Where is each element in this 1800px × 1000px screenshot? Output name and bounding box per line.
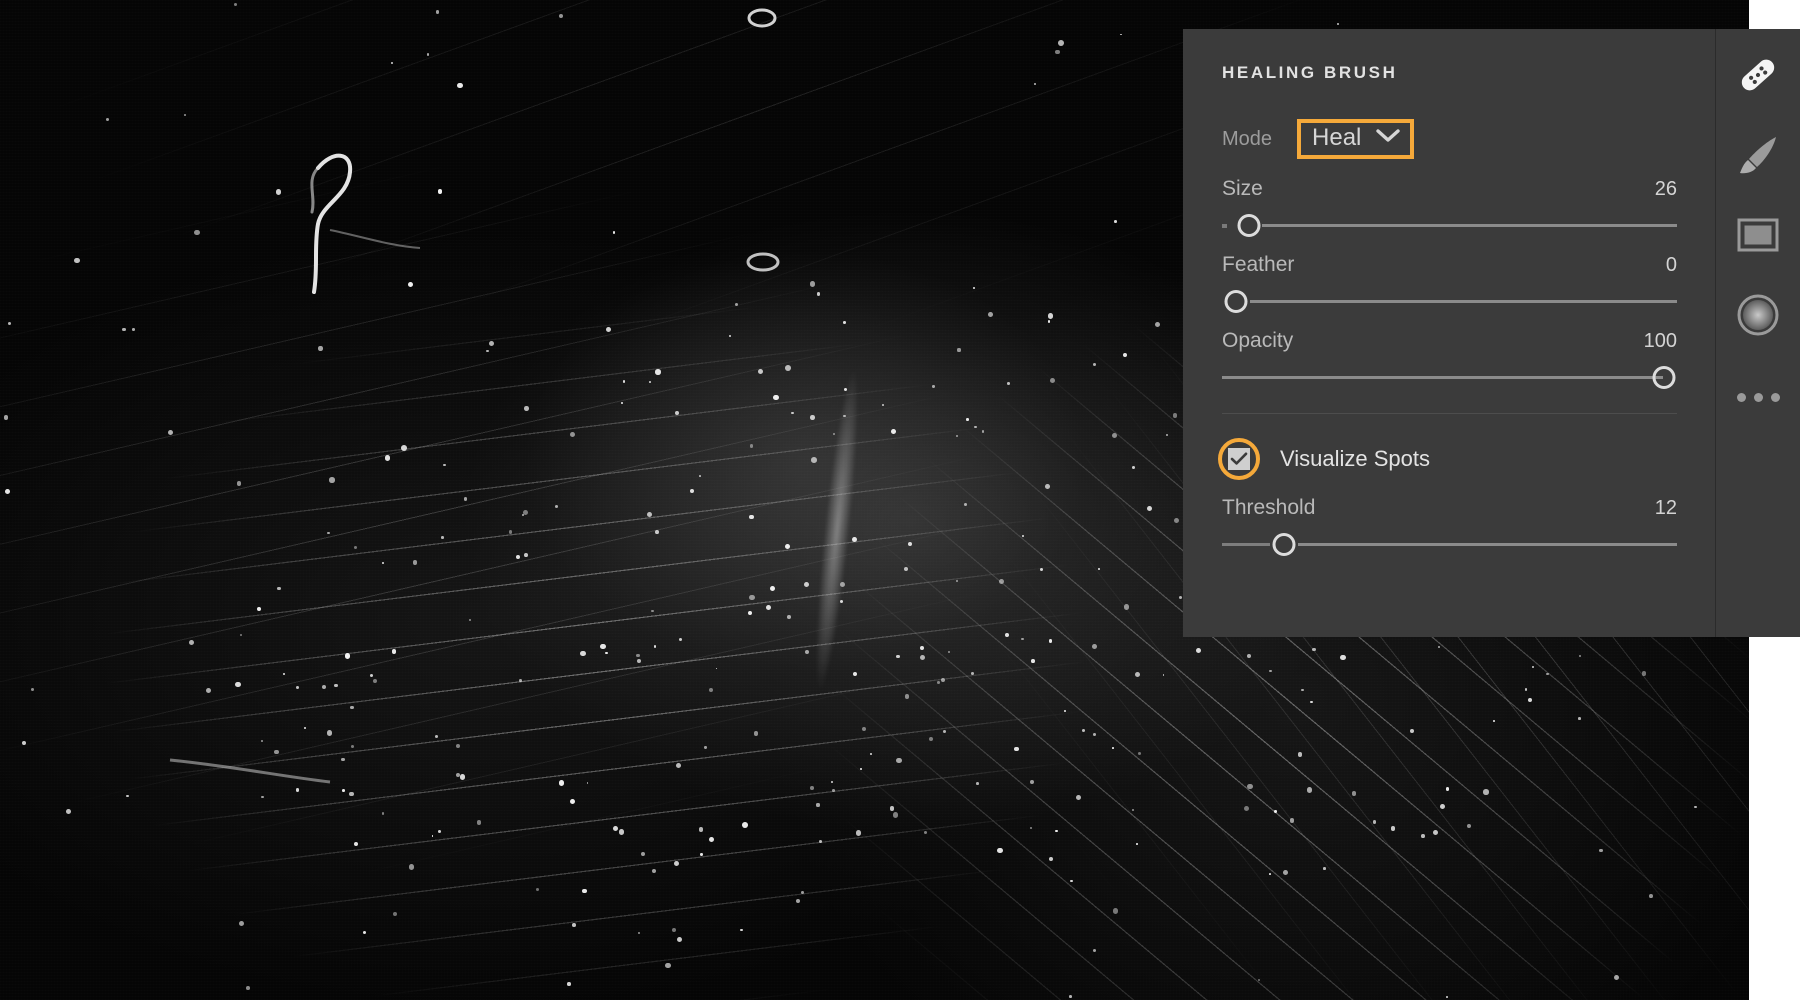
tool-strip — [1715, 29, 1800, 637]
mode-label: Mode — [1222, 127, 1273, 150]
slider-size-handle[interactable] — [1237, 214, 1261, 237]
slider-size-head: Size 26 — [1222, 177, 1677, 201]
slider-threshold-label: Threshold — [1222, 496, 1316, 519]
slider-feather-track-area[interactable] — [1222, 283, 1677, 319]
slider-feather-label: Feather — [1222, 253, 1295, 276]
app-window: HEALING BRUSH Mode Heal Size 26 Feather … — [0, 0, 1800, 1000]
slider-size-value[interactable]: 26 — [1655, 178, 1677, 201]
radial-gradient-tool[interactable] — [1732, 291, 1784, 343]
slider-threshold-track[interactable] — [1298, 543, 1677, 546]
chevron-down-icon — [1376, 128, 1401, 148]
linear-gradient-tool[interactable] — [1732, 211, 1784, 263]
bandage-icon — [1735, 52, 1781, 103]
more-options-button[interactable] — [1732, 371, 1784, 423]
rectangle-icon — [1737, 218, 1779, 257]
slider-feather-track[interactable] — [1250, 300, 1677, 303]
slider-size: Size 26 — [1222, 177, 1677, 243]
slider-threshold-handle[interactable] — [1272, 533, 1296, 556]
mode-row: Mode Heal — [1222, 117, 1677, 161]
healing-brush-tool[interactable] — [1732, 51, 1784, 103]
circle-gradient-icon — [1737, 294, 1779, 341]
slider-opacity-track-area[interactable] — [1222, 359, 1677, 395]
panel-divider — [1222, 413, 1677, 414]
slider-threshold-head: Threshold 12 — [1222, 496, 1677, 520]
ellipsis-icon — [1736, 392, 1780, 402]
visualize-spots-label: Visualize Spots — [1280, 446, 1431, 471]
checkbox-box — [1228, 448, 1250, 470]
checkmark-icon — [1230, 452, 1248, 465]
paintbrush-icon — [1736, 133, 1780, 182]
slider-feather: Feather 0 — [1222, 253, 1677, 319]
slider-opacity-handle[interactable] — [1652, 366, 1676, 389]
slider-opacity-head: Opacity 100 — [1222, 329, 1677, 353]
page-title: HEALING BRUSH — [1222, 63, 1398, 82]
slider-size-min-tick — [1222, 224, 1227, 228]
slider-threshold-track-area[interactable] — [1222, 526, 1677, 562]
slider-size-track[interactable] — [1262, 224, 1677, 227]
healing-brush-panel: HEALING BRUSH Mode Heal Size 26 Feather … — [1183, 29, 1800, 637]
slider-opacity-track[interactable] — [1222, 376, 1663, 379]
slider-size-label: Size — [1222, 177, 1263, 200]
brush-tool[interactable] — [1732, 131, 1784, 183]
slider-feather-value[interactable]: 0 — [1666, 254, 1677, 277]
panel-body: HEALING BRUSH Mode Heal Size 26 Feather … — [1183, 29, 1715, 637]
slider-feather-head: Feather 0 — [1222, 253, 1677, 277]
slider-opacity: Opacity 100 — [1222, 329, 1677, 395]
visualize-spots-row[interactable]: Visualize Spots — [1218, 436, 1677, 482]
slider-threshold: Threshold 12 — [1222, 496, 1677, 562]
slider-feather-handle[interactable] — [1224, 290, 1248, 313]
slider-opacity-value[interactable]: 100 — [1644, 330, 1677, 353]
slider-size-track-area[interactable] — [1222, 207, 1677, 243]
slider-opacity-label: Opacity — [1222, 329, 1294, 352]
slider-threshold-value[interactable]: 12 — [1655, 497, 1677, 520]
slider-threshold-filled — [1222, 543, 1270, 546]
mode-selected-value: Heal — [1312, 123, 1362, 151]
visualize-spots-checkbox[interactable] — [1218, 438, 1260, 480]
mode-dropdown[interactable]: Heal — [1297, 118, 1415, 160]
